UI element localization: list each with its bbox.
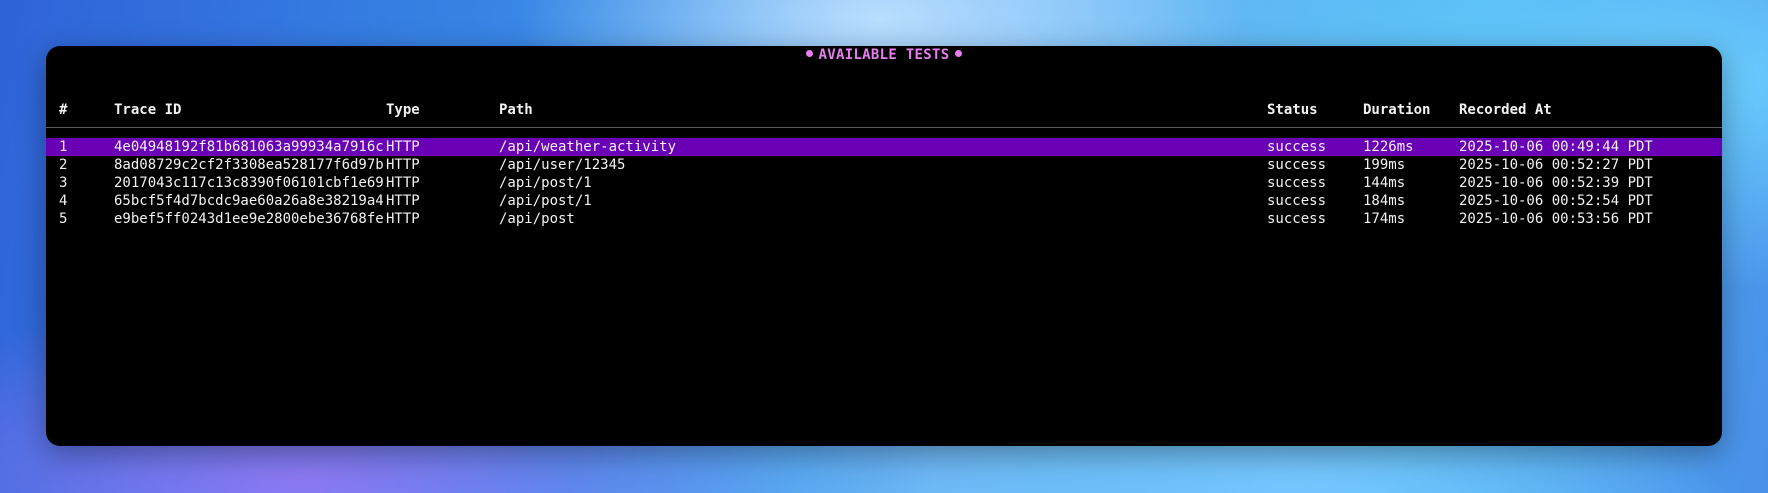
- row-path: /api/weather-activity: [499, 139, 677, 155]
- row-num: 1: [59, 139, 68, 155]
- row-num: 5: [59, 211, 68, 227]
- row-type: HTTP: [386, 175, 420, 191]
- table-row[interactable]: 2 8ad08729c2cf2f3308ea528177f6d97b HTTP/ap…: [46, 156, 1722, 174]
- row-recorded-at: 2025-10-06 00:52:54 PDT: [1459, 193, 1653, 209]
- row-path: /api/post/1: [499, 193, 592, 209]
- row-trace-id: e9bef5ff0243d1ee9e2800ebe36768fe: [114, 211, 384, 227]
- row-status: success: [1267, 211, 1327, 227]
- column-header-recorded-at: Recorded At: [1459, 102, 1552, 118]
- table-row[interactable]: 1 4e04948192f81b681063a99934a7916c HTTP/ap…: [46, 138, 1722, 156]
- row-type: HTTP: [386, 193, 420, 209]
- row-path: /api/user/12345: [499, 157, 626, 173]
- table-row[interactable]: 3 2017043c117c13c8390f06101cbf1e69 HTTP/ap…: [46, 174, 1722, 192]
- row-trace-id: 8ad08729c2cf2f3308ea528177f6d97b: [114, 157, 384, 173]
- row-recorded-at: 2025-10-06 00:52:27 PDT: [1459, 157, 1653, 173]
- row-type: HTTP: [386, 157, 420, 173]
- table-row[interactable]: 5 e9bef5ff0243d1ee9e2800ebe36768fe HTTP/ap…: [46, 210, 1722, 228]
- row-num: 3: [59, 175, 68, 191]
- panel-title-text: AVAILABLE TESTS: [818, 47, 950, 63]
- column-header-duration: Duration: [1363, 102, 1431, 118]
- row-trace-id: 4e04948192f81b681063a99934a7916c: [114, 139, 384, 155]
- row-path: /api/post: [499, 211, 575, 227]
- panel-title: AVAILABLE TESTS: [46, 46, 1722, 64]
- column-header-path: Path: [499, 102, 533, 118]
- row-duration: 184ms: [1363, 193, 1406, 209]
- row-trace-id: 2017043c117c13c8390f06101cbf1e69: [114, 175, 384, 191]
- column-header-num: #: [59, 102, 68, 118]
- row-trace-id: 65bcf5f4d7bcdc9ae60a26a8e38219a4: [114, 193, 384, 209]
- table-row[interactable]: 4 65bcf5f4d7bcdc9ae60a26a8e38219a4 HTTP/ap…: [46, 192, 1722, 210]
- test-list: 1 4e04948192f81b681063a99934a7916c HTTP/ap…: [46, 138, 1722, 228]
- row-path: /api/post/1: [499, 175, 592, 191]
- row-num: 2: [59, 157, 68, 173]
- row-type: HTTP: [386, 211, 420, 227]
- table-header: # Trace ID Type Path Status Duration Rec…: [46, 101, 1722, 119]
- header-divider: [46, 127, 1722, 128]
- row-status: success: [1267, 157, 1327, 173]
- title-dot-right-icon: [955, 50, 963, 57]
- row-type: HTTP: [386, 139, 420, 155]
- row-num: 4: [59, 193, 68, 209]
- row-status: success: [1267, 193, 1327, 209]
- title-dot-left-icon: [805, 50, 813, 57]
- row-recorded-at: 2025-10-06 00:53:56 PDT: [1459, 211, 1653, 227]
- row-recorded-at: 2025-10-06 00:49:44 PDT: [1459, 139, 1653, 155]
- column-header-status: Status: [1267, 102, 1318, 118]
- column-header-trace-id: Trace ID: [114, 102, 182, 118]
- row-duration: 1226ms: [1363, 139, 1414, 155]
- row-recorded-at: 2025-10-06 00:52:39 PDT: [1459, 175, 1653, 191]
- column-header-type: Type: [386, 102, 420, 118]
- row-status: success: [1267, 139, 1327, 155]
- row-duration: 199ms: [1363, 157, 1406, 173]
- row-duration: 174ms: [1363, 211, 1406, 227]
- row-duration: 144ms: [1363, 175, 1406, 191]
- row-status: success: [1267, 175, 1327, 191]
- terminal-window: AVAILABLE TESTS # Trace ID Type Path Sta…: [46, 46, 1722, 446]
